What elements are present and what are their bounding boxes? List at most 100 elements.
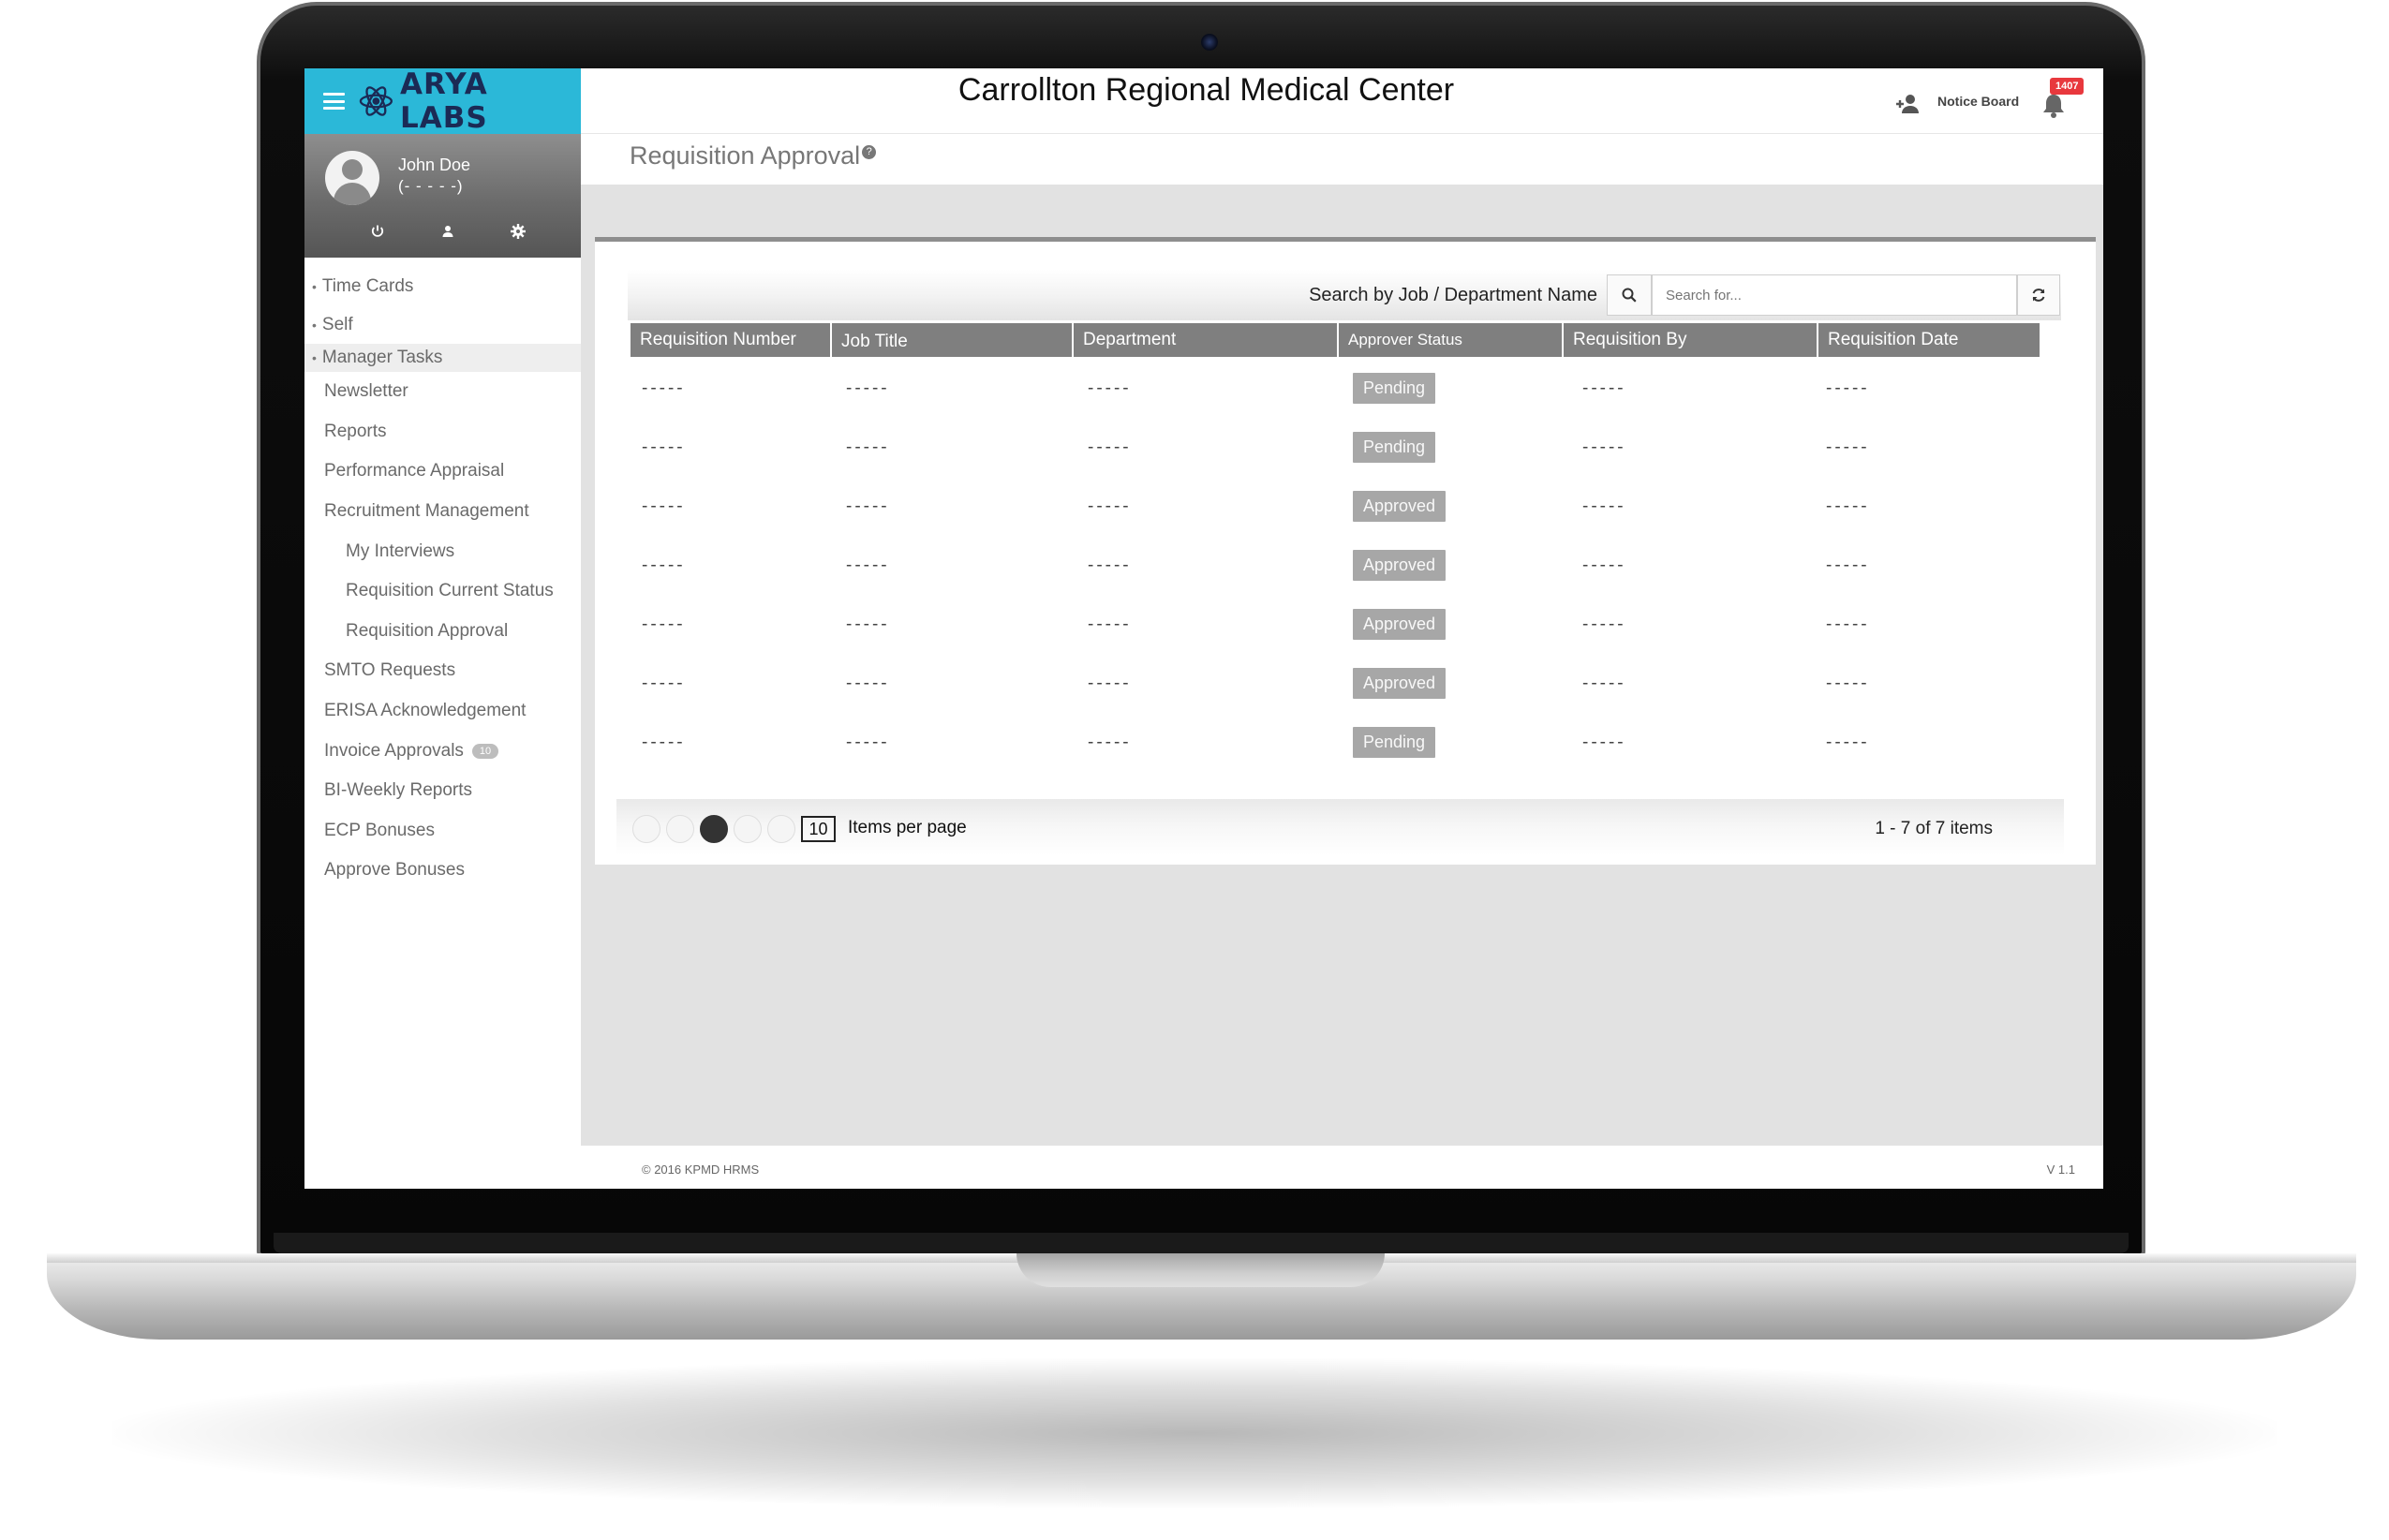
user-icon[interactable]	[438, 222, 457, 241]
table-row[interactable]: ----- ----- ----- Approved ----- -----	[631, 654, 2040, 713]
help-icon[interactable]: ?	[862, 145, 877, 159]
item-range: 1 - 7 of 7 items	[1875, 819, 1993, 838]
column-job-title[interactable]: Job Title	[832, 323, 1074, 357]
bell-icon[interactable]	[2040, 91, 2067, 119]
cell-dept: -----	[1088, 437, 1132, 457]
last-page-button[interactable]	[767, 815, 795, 843]
table-row[interactable]: ----- ----- ----- Approved ----- -----	[631, 595, 2040, 654]
table-row[interactable]: ----- ----- ----- Pending ----- -----	[631, 713, 2040, 772]
search-toolbar: Search by Job / Department Name	[628, 270, 2061, 320]
table-row[interactable]: ----- ----- ----- Pending ----- -----	[631, 359, 2040, 418]
count-badge: 10	[471, 743, 499, 759]
search-input[interactable]	[1652, 274, 2017, 316]
table-row[interactable]: ----- ----- ----- Pending ----- -----	[631, 418, 2040, 477]
status-badge: Approved	[1353, 491, 1447, 522]
brand-name: ARYA LABS	[400, 68, 488, 135]
cell-date: -----	[1826, 437, 1870, 457]
laptop-notch	[1016, 1253, 1385, 1287]
cell-number: -----	[642, 555, 686, 575]
column-department[interactable]: Department	[1074, 323, 1339, 357]
sidebar-item-requisition-approval[interactable]: Requisition Approval	[304, 612, 581, 652]
sidebar-item-reports[interactable]: Reports	[304, 412, 581, 452]
table-row[interactable]: ----- ----- ----- Approved ----- -----	[631, 536, 2040, 595]
cell-by: -----	[1582, 732, 1626, 752]
cell-date: -----	[1826, 496, 1870, 516]
sidebar-item-invoice-approvals[interactable]: Invoice Approvals 10	[304, 731, 581, 771]
next-page-button[interactable]	[734, 815, 762, 843]
gear-icon[interactable]	[509, 222, 527, 241]
page-title: Requisition Approval?	[630, 141, 877, 170]
column-requisition-date[interactable]: Requisition Date	[1818, 323, 2040, 357]
sidebar-item-time-cards[interactable]: Time Cards	[304, 267, 581, 305]
page-title-bar: Requisition Approval?	[581, 134, 2103, 185]
prev-page-button[interactable]	[666, 815, 694, 843]
cell-job: -----	[846, 732, 890, 752]
cell-by: -----	[1582, 437, 1626, 457]
cell-by: -----	[1582, 673, 1626, 693]
cell-number: -----	[642, 378, 686, 398]
cell-by: -----	[1582, 614, 1626, 634]
status-badge: Approved	[1353, 609, 1447, 640]
sidebar-item-performance-appraisal[interactable]: Performance Appraisal	[304, 452, 581, 492]
sidebar-item-manager-tasks[interactable]: Manager Tasks	[304, 344, 581, 372]
sidebar-item-bi-weekly-reports[interactable]: BI-Weekly Reports	[304, 771, 581, 811]
search-label: Search by Job / Department Name	[1309, 285, 1597, 305]
cell-number: -----	[642, 437, 686, 457]
top-header: Carrollton Regional Medical Center Notic…	[581, 68, 2103, 134]
cell-number: -----	[642, 614, 686, 634]
cell-dept: -----	[1088, 496, 1132, 516]
column-approver-status[interactable]: Approver Status	[1339, 323, 1564, 357]
table-row[interactable]: ----- ----- ----- Approved ----- -----	[631, 477, 2040, 536]
atom-logo-icon	[360, 86, 393, 116]
refresh-button[interactable]	[2017, 274, 2060, 316]
table-header: Requisition Number Job Title Department …	[631, 323, 2040, 357]
first-page-button[interactable]	[632, 815, 660, 843]
cell-dept: -----	[1088, 555, 1132, 575]
cell-date: -----	[1826, 555, 1870, 575]
cell-by: -----	[1582, 555, 1626, 575]
sidebar-item-recruitment-management[interactable]: Recruitment Management	[304, 492, 581, 532]
search-button[interactable]	[1607, 274, 1652, 316]
cell-job: -----	[846, 437, 890, 457]
current-page-button[interactable]	[700, 815, 728, 843]
cell-job: -----	[846, 614, 890, 634]
search-icon	[1622, 288, 1637, 303]
copyright: © 2016 KPMD HRMS	[642, 1162, 760, 1177]
cell-by: -----	[1582, 378, 1626, 398]
cell-date: -----	[1826, 673, 1870, 693]
sidebar: ARYA LABS John Doe (- - - - -) Time Card…	[304, 68, 581, 1189]
sidebar-item-my-interviews[interactable]: My Interviews	[304, 531, 581, 571]
status-badge: Pending	[1353, 432, 1436, 463]
pagination-bar: 10 Items per page 1 - 7 of 7 items	[616, 799, 2064, 855]
menu-icon[interactable]	[323, 93, 346, 110]
sidebar-item-requisition-current-status[interactable]: Requisition Current Status	[304, 571, 581, 612]
brand-bar: ARYA LABS	[304, 68, 581, 135]
cell-number: -----	[642, 673, 686, 693]
cell-dept: -----	[1088, 378, 1132, 398]
add-user-icon[interactable]	[1892, 91, 1922, 117]
version-label: V 1.1	[2046, 1162, 2075, 1177]
webcam	[1201, 34, 1218, 51]
status-badge: Approved	[1353, 668, 1447, 699]
page-size-select[interactable]: 10	[801, 816, 836, 842]
sidebar-item-self[interactable]: Self	[304, 305, 581, 344]
column-requisition-by[interactable]: Requisition By	[1564, 323, 1818, 357]
column-requisition-number[interactable]: Requisition Number	[631, 323, 832, 357]
cell-by: -----	[1582, 496, 1626, 516]
status-badge: Pending	[1353, 373, 1436, 404]
table-body: ----- ----- ----- Pending ----- ----- --…	[631, 359, 2040, 772]
power-icon[interactable]	[368, 222, 387, 241]
sidebar-item-newsletter[interactable]: Newsletter	[304, 372, 581, 412]
cell-date: -----	[1826, 614, 1870, 634]
avatar[interactable]	[325, 151, 379, 205]
user-role: (- - - - -)	[398, 177, 464, 195]
page-buttons	[632, 815, 795, 843]
sidebar-item-approve-bonuses[interactable]: Approve Bonuses	[304, 851, 581, 891]
footer: © 2016 KPMD HRMS V 1.1	[581, 1146, 2103, 1189]
sidebar-item-smto-requests[interactable]: SMTO Requests	[304, 651, 581, 691]
notice-board-link[interactable]: Notice Board	[1937, 94, 2019, 109]
cell-date: -----	[1826, 378, 1870, 398]
sidebar-item-ecp-bonuses[interactable]: ECP Bonuses	[304, 811, 581, 851]
cell-job: -----	[846, 496, 890, 516]
sidebar-item-erisa-acknowledgement[interactable]: ERISA Acknowledgement	[304, 691, 581, 732]
